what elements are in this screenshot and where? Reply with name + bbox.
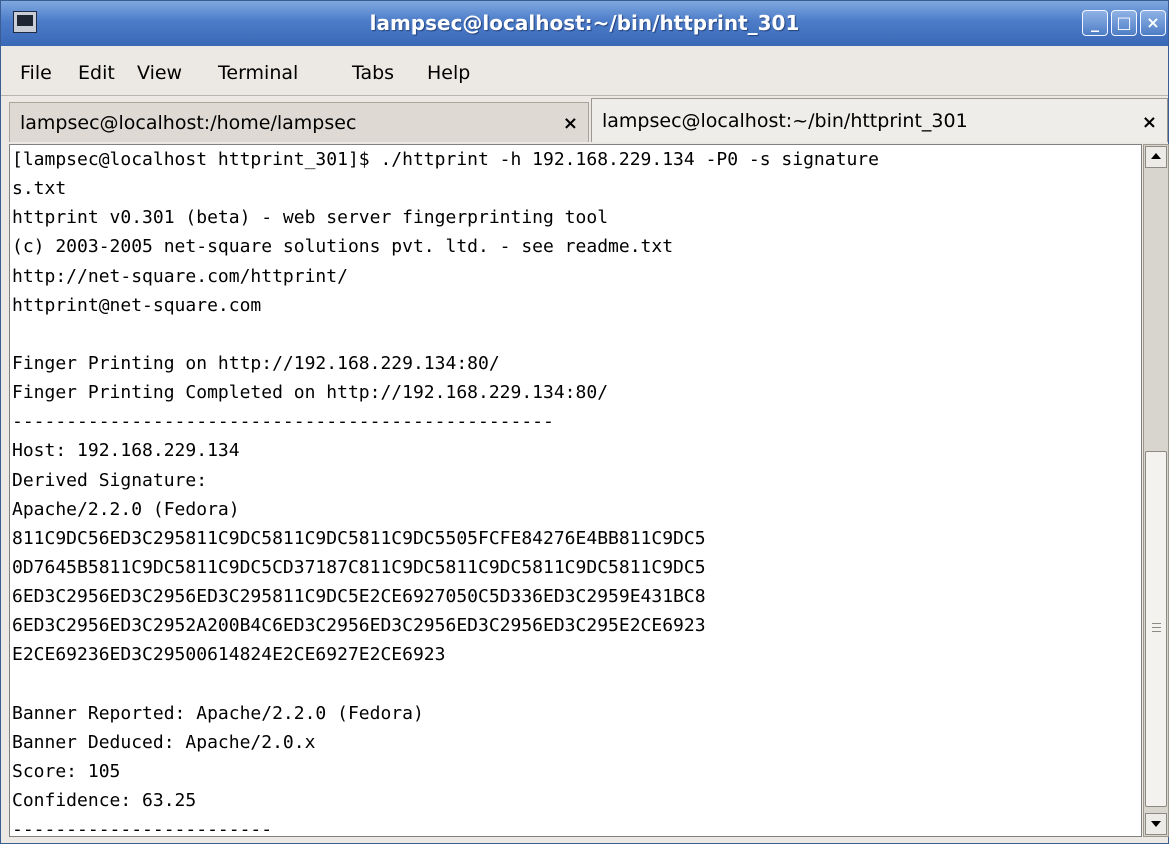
terminal-line: E2CE69236ED3C29500614824E2CE6927E2CE6923 bbox=[12, 644, 446, 666]
maximize-button[interactable]: □ bbox=[1111, 10, 1137, 36]
terminal-line: ------------------------ bbox=[12, 819, 273, 837]
menu-bar: File Edit View Terminal Tabs Help bbox=[1, 58, 1168, 88]
terminal-line: http://net-square.com/httprint/ bbox=[12, 265, 348, 287]
terminal-line: Finger Printing Completed on http://192.… bbox=[12, 382, 609, 404]
terminal-line: 6ED3C2956ED3C2952A200B4C6ED3C2956ED3C295… bbox=[12, 615, 706, 637]
terminal-window: lampsec@localhost:~/bin/httprint_301 _ □… bbox=[0, 0, 1169, 844]
tab-label: lampsec@localhost:~/bin/httprint_301 bbox=[602, 110, 968, 132]
menu-file[interactable]: File bbox=[20, 62, 52, 84]
menu-edit[interactable]: Edit bbox=[78, 62, 115, 84]
scroll-up-arrow-icon[interactable] bbox=[1145, 146, 1167, 168]
terminal-line: 0D7645B5811C9DC5811C9DC5CD37187C811C9DC5… bbox=[12, 556, 706, 578]
tab-httprint[interactable]: lampsec@localhost:~/bin/httprint_301 × bbox=[591, 98, 1168, 142]
terminal-line: (c) 2003-2005 net-square solutions pvt. … bbox=[12, 236, 674, 258]
terminal-line: Host: 192.168.229.134 bbox=[12, 440, 240, 462]
terminal-output[interactable]: [lampsec@localhost httprint_301]$ ./http… bbox=[9, 144, 1142, 837]
terminal-line: Banner Deduced: Apache/2.0.x bbox=[12, 731, 316, 753]
terminal-lines: [lampsec@localhost httprint_301]$ ./http… bbox=[12, 145, 879, 837]
terminal-line: Apache/2.2.0 (Fedora) bbox=[12, 498, 240, 520]
tab-bar: lampsec@localhost:/home/lampsec × lampse… bbox=[1, 95, 1168, 144]
grip-line bbox=[1152, 631, 1161, 632]
terminal-line: Finger Printing on http://192.168.229.13… bbox=[12, 352, 500, 374]
menu-help[interactable]: Help bbox=[427, 62, 470, 84]
close-button[interactable]: × bbox=[1140, 10, 1166, 36]
menu-view[interactable]: View bbox=[137, 62, 182, 84]
terminal-line: ----------------------------------------… bbox=[12, 411, 554, 433]
vertical-scrollbar[interactable] bbox=[1143, 144, 1169, 837]
scrollbar-thumb[interactable] bbox=[1145, 451, 1167, 807]
scroll-down-arrow-icon[interactable] bbox=[1145, 813, 1167, 835]
terminal-line: s.txt bbox=[12, 178, 67, 200]
tab-close-icon[interactable]: × bbox=[1142, 112, 1157, 133]
tab-home-lampsec[interactable]: lampsec@localhost:/home/lampsec × bbox=[9, 102, 589, 142]
grip-line bbox=[1152, 627, 1161, 628]
terminal-line: Derived Signature: bbox=[12, 469, 208, 491]
tab-label: lampsec@localhost:/home/lampsec bbox=[20, 112, 357, 134]
terminal-line: 811C9DC56ED3C295811C9DC5811C9DC5811C9DC5… bbox=[12, 527, 706, 549]
tab-close-icon[interactable]: × bbox=[563, 113, 578, 134]
minimize-button[interactable]: _ bbox=[1082, 10, 1108, 36]
window-title: lampsec@localhost:~/bin/httprint_301 bbox=[369, 11, 800, 35]
terminal-line: httprint@net-square.com bbox=[12, 294, 262, 316]
title-bar[interactable]: lampsec@localhost:~/bin/httprint_301 _ □… bbox=[1, 1, 1168, 46]
menu-terminal[interactable]: Terminal bbox=[218, 62, 298, 84]
terminal-line: 6ED3C2956ED3C2956ED3C295811C9DC5E2CE6927… bbox=[12, 586, 706, 608]
menu-tabs[interactable]: Tabs bbox=[352, 62, 394, 84]
terminal-line: httprint v0.301 (beta) - web server fing… bbox=[12, 207, 609, 229]
terminal-line: Confidence: 63.25 bbox=[12, 790, 197, 812]
grip-line bbox=[1152, 623, 1161, 624]
terminal-line: Banner Reported: Apache/2.2.0 (Fedora) bbox=[12, 702, 424, 724]
terminal-line: Score: 105 bbox=[12, 760, 121, 782]
terminal-line: [lampsec@localhost httprint_301]$ ./http… bbox=[12, 149, 879, 170]
